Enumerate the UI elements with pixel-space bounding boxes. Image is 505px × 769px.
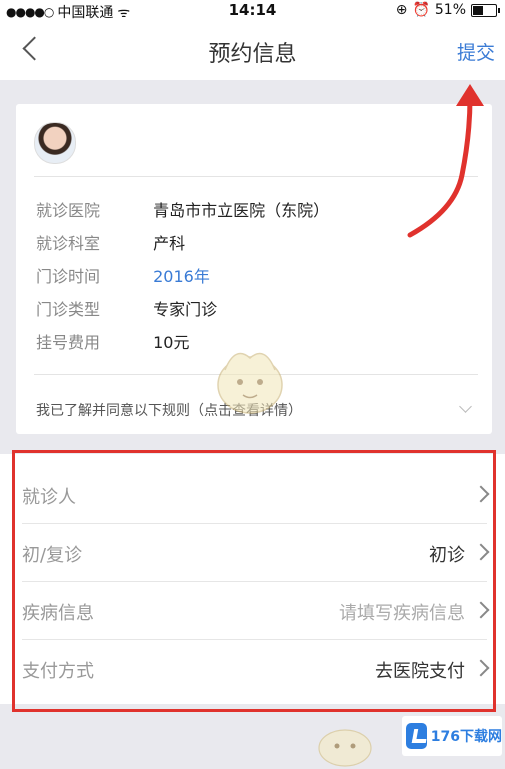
info-row-type: 门诊类型 专家门诊	[36, 298, 217, 322]
status-bar: ●●●●○ 中国联通 ᯤ 14:14 ⊕ ⏰ 51%	[0, 0, 505, 22]
info-row-department: 就诊科室 产科	[36, 232, 185, 256]
info-row-hospital: 就诊医院 青岛市市立医院（东院）	[36, 199, 329, 223]
alarm-icon: ⏰	[412, 2, 430, 18]
watermark-text: 176下载网	[430, 729, 502, 745]
info-label: 门诊时间	[36, 267, 101, 286]
info-row-fee: 挂号费用 10元	[36, 331, 189, 355]
annotation-arrow-icon	[407, 84, 484, 238]
navigation-bar: 预约信息 提交	[0, 22, 505, 80]
info-label: 门诊类型	[36, 300, 101, 319]
mascot-watermark-icon	[318, 729, 372, 767]
info-value: 2016年	[153, 267, 210, 286]
battery-percent: 51%	[434, 2, 466, 18]
annotation-highlight-box	[12, 450, 496, 712]
page-title: 预约信息	[208, 42, 297, 67]
info-label: 就诊医院	[36, 201, 101, 220]
info-row-time: 门诊时间 2016年	[36, 265, 210, 289]
rotation-lock-icon: ⊕	[395, 2, 408, 18]
doctor-avatar	[34, 122, 76, 164]
info-value: 10元	[153, 333, 190, 352]
battery-fill	[473, 5, 484, 15]
submit-button[interactable]: 提交	[457, 38, 495, 65]
info-value: 青岛市市立医院（东院）	[153, 201, 330, 220]
info-value: 产科	[153, 234, 186, 253]
mascot-watermark-icon	[217, 352, 283, 414]
info-value: 专家门诊	[153, 300, 218, 319]
chevron-down-icon[interactable]	[459, 400, 472, 413]
battery-icon	[471, 3, 500, 17]
site-logo-icon	[406, 723, 427, 749]
site-watermark: 176下载网	[402, 716, 502, 756]
status-right: ⊕ ⏰ 51%	[395, 2, 500, 18]
info-label: 挂号费用	[36, 333, 101, 352]
info-label: 就诊科室	[36, 234, 101, 253]
